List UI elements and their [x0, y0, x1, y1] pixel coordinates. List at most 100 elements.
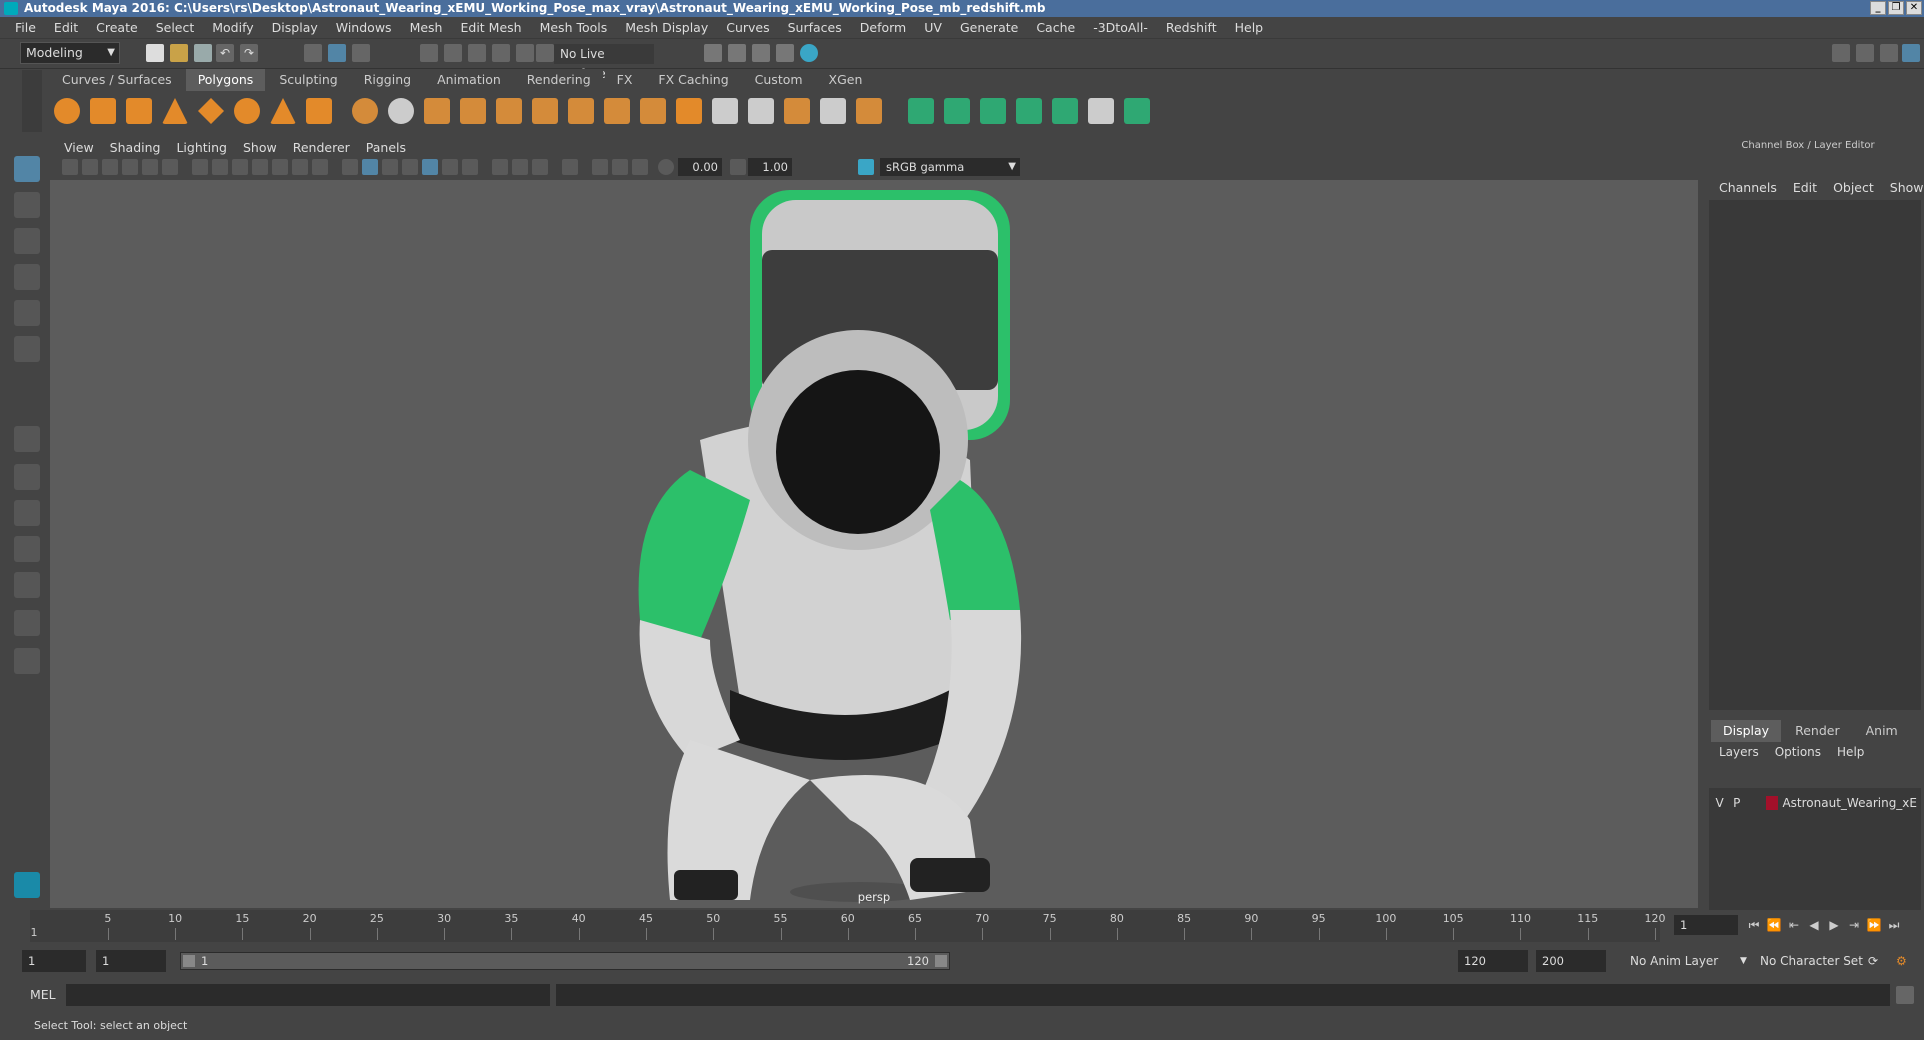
poly-cylinder-icon[interactable] — [126, 98, 152, 124]
tab-polygons[interactable]: Polygons — [185, 69, 266, 91]
play-backwards-icon[interactable]: ◀ — [1806, 917, 1822, 933]
tab-display-layers[interactable]: Display — [1711, 720, 1782, 742]
extrude-icon[interactable] — [604, 98, 630, 124]
uv-planar-icon[interactable] — [908, 98, 934, 124]
hypershade-icon[interactable] — [800, 44, 818, 62]
range-slider[interactable]: 1 120 — [180, 952, 950, 970]
poly-cone-icon[interactable] — [162, 98, 188, 124]
uv-cylindrical-icon[interactable] — [944, 98, 970, 124]
menu-redshift[interactable]: Redshift — [1157, 20, 1226, 35]
ambient-occlusion-icon[interactable] — [492, 159, 508, 175]
exposure-icon[interactable] — [658, 159, 674, 175]
menu-create[interactable]: Create — [87, 20, 147, 35]
menu-surfaces[interactable]: Surfaces — [779, 20, 851, 35]
select-by-object-icon[interactable] — [328, 44, 346, 62]
animation-start-field[interactable]: 1 — [22, 950, 86, 972]
auto-key-icon[interactable]: ⟳ — [1868, 950, 1878, 972]
uv-automatic-icon[interactable] — [1016, 98, 1042, 124]
step-forward-key-icon[interactable]: ⇥ — [1846, 917, 1862, 933]
layer-menu-layers[interactable]: Layers — [1711, 745, 1767, 759]
grease-pencil-icon[interactable] — [162, 159, 178, 175]
insert-edge-loop-icon[interactable] — [712, 98, 738, 124]
boolean-icon[interactable] — [856, 98, 882, 124]
grid-icon[interactable] — [192, 159, 208, 175]
smooth-icon[interactable] — [460, 98, 486, 124]
camera-attributes-icon[interactable] — [82, 159, 98, 175]
tab-rigging[interactable]: Rigging — [351, 69, 424, 91]
gamma-icon[interactable] — [730, 159, 746, 175]
scale-tool-icon[interactable] — [14, 336, 40, 362]
playback-end-field[interactable]: 120 — [1458, 950, 1528, 972]
tab-curves-surfaces[interactable]: Curves / Surfaces — [50, 69, 184, 91]
poly-pyramid-icon[interactable] — [270, 98, 296, 124]
tab-render-layers[interactable]: Render — [1783, 720, 1852, 742]
snap-to-curve-icon[interactable] — [444, 44, 462, 62]
safe-action-icon[interactable] — [292, 159, 308, 175]
bookmark-icon[interactable] — [102, 159, 118, 175]
poly-sphere-icon[interactable] — [54, 98, 80, 124]
menu-deform[interactable]: Deform — [851, 20, 915, 35]
make-live-icon[interactable] — [516, 44, 534, 62]
menu-curves[interactable]: Curves — [717, 20, 778, 35]
time-ruler[interactable]: 1 5 10 15 20 25 30 35 40 45 50 55 60 65 70 75 80 85 90 95 1… — [30, 910, 1666, 942]
layer-name[interactable]: Astronaut_Wearing_xE — [1782, 796, 1917, 810]
uv-spherical-icon[interactable] — [980, 98, 1006, 124]
bevel-icon[interactable] — [640, 98, 666, 124]
menu-uv[interactable]: UV — [915, 20, 951, 35]
textured-icon[interactable] — [422, 159, 438, 175]
play-forwards-icon[interactable]: ▶ — [1826, 917, 1842, 933]
animation-end-field[interactable]: 200 — [1536, 950, 1606, 972]
side-by-side-layout-icon[interactable] — [14, 500, 40, 526]
select-by-hierarchy-icon[interactable] — [304, 44, 322, 62]
wireframe-on-shaded-icon[interactable] — [402, 159, 418, 175]
append-polygon-icon[interactable] — [676, 98, 702, 124]
tab-sculpting[interactable]: Sculpting — [267, 69, 350, 91]
menu-edit[interactable]: Edit — [45, 20, 87, 35]
step-back-frame-icon[interactable]: ⏪ — [1766, 917, 1782, 933]
select-by-component-icon[interactable] — [352, 44, 370, 62]
menu-mesh-tools[interactable]: Mesh Tools — [531, 20, 617, 35]
range-start-handle[interactable] — [183, 955, 195, 967]
cb-menu-channels[interactable]: Channels — [1711, 180, 1785, 195]
layer-menu-options[interactable]: Options — [1767, 745, 1829, 759]
persp-graph-layout-icon[interactable] — [14, 536, 40, 562]
menu-generate[interactable]: Generate — [951, 20, 1027, 35]
color-space-select[interactable]: sRGB gamma ▼ — [880, 158, 1020, 176]
menu-cache[interactable]: Cache — [1027, 20, 1084, 35]
render-view-icon[interactable] — [704, 44, 722, 62]
gamma-field[interactable]: 1.00 — [748, 158, 792, 176]
xray-icon[interactable] — [592, 159, 608, 175]
render-settings-icon[interactable] — [776, 44, 794, 62]
safe-title-icon[interactable] — [312, 159, 328, 175]
menu-select[interactable]: Select — [147, 20, 204, 35]
layer-playback-toggle[interactable]: P — [1728, 796, 1745, 810]
render-current-frame-icon[interactable] — [728, 44, 746, 62]
tab-animation[interactable]: Animation — [425, 69, 513, 91]
film-gate-icon[interactable] — [212, 159, 228, 175]
tab-xgen[interactable]: XGen — [816, 69, 875, 91]
character-set-select[interactable]: No Character Set — [1760, 950, 1863, 972]
playback-start-field[interactable]: 1 — [96, 950, 166, 972]
menu-modify[interactable]: Modify — [203, 20, 262, 35]
channel-list[interactable] — [1709, 200, 1921, 710]
single-perspective-layout-icon[interactable] — [14, 426, 40, 452]
rotate-tool-icon[interactable] — [14, 300, 40, 326]
mirror-icon[interactable] — [424, 98, 450, 124]
select-camera-icon[interactable] — [62, 159, 78, 175]
go-to-start-icon[interactable]: ⏮ — [1746, 917, 1762, 933]
offset-edge-loop-icon[interactable] — [748, 98, 774, 124]
isolate-select-icon[interactable] — [562, 159, 578, 175]
use-all-lights-icon[interactable] — [442, 159, 458, 175]
four-view-layout-icon[interactable] — [14, 464, 40, 490]
menu-display[interactable]: Display — [263, 20, 327, 35]
viewport-menu-shading[interactable]: Shading — [102, 140, 169, 155]
exposure-field[interactable]: 0.00 — [678, 158, 722, 176]
poly-torus-icon[interactable] — [234, 98, 260, 124]
shelf-menu-strip[interactable] — [22, 70, 42, 132]
mode-selector[interactable]: Modeling ▼ — [20, 42, 120, 64]
history-icon[interactable] — [536, 44, 554, 62]
xray-joints-icon[interactable] — [612, 159, 628, 175]
tab-fx[interactable]: FX — [604, 69, 645, 91]
tab-custom[interactable]: Custom — [742, 69, 815, 91]
paint-select-tool-icon[interactable] — [14, 228, 40, 254]
